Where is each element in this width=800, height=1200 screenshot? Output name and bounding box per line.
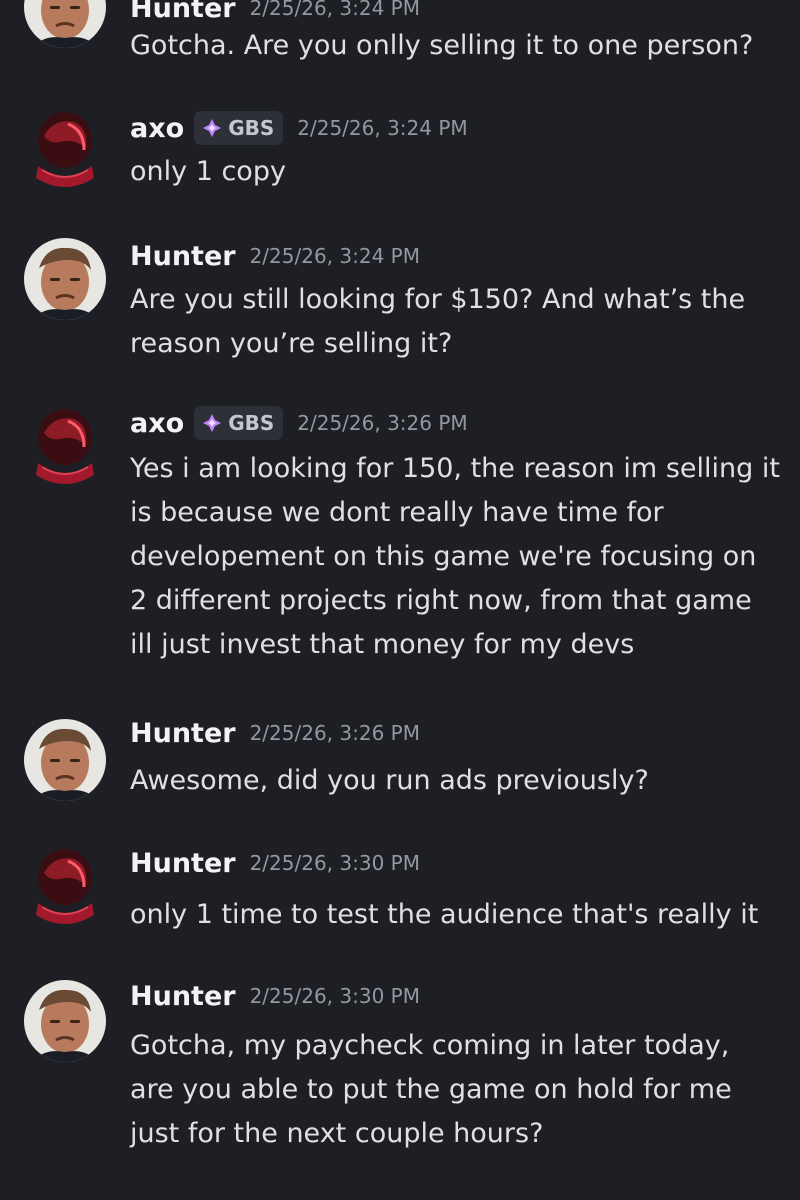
red-helmet-avatar-icon <box>24 108 106 190</box>
timestamp: 2/25/26, 3:24 PM <box>297 116 468 140</box>
timestamp: 2/25/26, 3:26 PM <box>297 411 468 435</box>
message-header: Hunter 2/25/26, 3:24 PM <box>130 238 420 274</box>
message-header: Hunter 2/25/26, 3:24 PM <box>130 0 420 26</box>
timestamp: 2/25/26, 3:26 PM <box>249 721 420 745</box>
leo-avatar-icon <box>24 238 106 320</box>
username[interactable]: Hunter <box>130 718 236 749</box>
guild-tag-label: GBS <box>228 411 275 435</box>
guild-tag-label: GBS <box>228 116 275 140</box>
message-header: Hunter 2/25/26, 3:30 PM <box>130 978 420 1014</box>
user-avatar[interactable] <box>24 0 106 48</box>
message-line: ill just invest that money for my devs <box>130 629 635 660</box>
user-avatar[interactable] <box>24 405 106 487</box>
sparkle-diamond-icon <box>203 414 222 432</box>
message-line: 2 different projects right now, from tha… <box>130 585 752 616</box>
message-content: only 1 copy <box>130 150 780 194</box>
message-content: Gotcha, my paycheck coming in later toda… <box>130 1024 780 1156</box>
user-avatar[interactable] <box>24 108 106 190</box>
red-helmet-avatar-icon <box>24 845 106 927</box>
message-line: developement on this game we're focusing… <box>130 541 757 572</box>
timestamp: 2/25/26, 3:30 PM <box>249 984 420 1008</box>
username[interactable]: Hunter <box>130 848 236 879</box>
message-content: Gotcha. Are you onlly selling it to one … <box>130 24 780 68</box>
red-helmet-avatar-icon <box>24 405 106 487</box>
message-line: only 1 time to test the audience that's … <box>130 899 759 930</box>
message-line: is because we dont really have time for <box>130 497 664 528</box>
message-header: axo GBS 2/25/26, 3:26 PM <box>130 405 468 441</box>
message-line: are you able to put the game on hold for… <box>130 1074 732 1105</box>
sparkle-diamond-icon <box>203 119 222 137</box>
timestamp: 2/25/26, 3:30 PM <box>249 851 420 875</box>
leo-avatar-icon <box>24 980 106 1062</box>
user-avatar[interactable] <box>24 238 106 320</box>
message-line: reason you’re selling it? <box>130 328 453 359</box>
message-line: Are you still looking for $150? And what… <box>130 284 746 315</box>
chat-message-list[interactable]: Hunter 2/25/26, 3:24 PM Gotcha. Are you … <box>0 0 800 1200</box>
timestamp: 2/25/26, 3:24 PM <box>249 244 420 268</box>
message-content: Awesome, did you run ads previously? <box>130 759 780 803</box>
message-line: Awesome, did you run ads previously? <box>130 765 649 796</box>
message-line: Gotcha, my paycheck coming in later toda… <box>130 1030 730 1061</box>
timestamp: 2/25/26, 3:24 PM <box>249 0 420 20</box>
message-content: only 1 time to test the audience that's … <box>130 893 780 937</box>
guild-tag-badge[interactable]: GBS <box>194 406 284 440</box>
message-content: Yes i am looking for 150, the reason im … <box>130 447 780 667</box>
user-avatar[interactable] <box>24 719 106 801</box>
message-line: just for the next couple hours? <box>130 1118 544 1149</box>
user-avatar[interactable] <box>24 845 106 927</box>
message-line: only 1 copy <box>130 156 286 187</box>
username[interactable]: Hunter <box>130 0 236 24</box>
username[interactable]: axo <box>130 113 184 144</box>
leo-avatar-icon <box>24 0 106 48</box>
message-content: Are you still looking for $150? And what… <box>130 278 780 366</box>
message-line: Yes i am looking for 150, the reason im … <box>130 453 780 484</box>
user-avatar[interactable] <box>24 980 106 1062</box>
message-header: Hunter 2/25/26, 3:26 PM <box>130 715 420 751</box>
message-line: Gotcha. Are you onlly selling it to one … <box>130 30 754 61</box>
message-header: Hunter 2/25/26, 3:30 PM <box>130 845 420 881</box>
message-header: axo GBS 2/25/26, 3:24 PM <box>130 110 468 146</box>
username[interactable]: Hunter <box>130 241 236 272</box>
leo-avatar-icon <box>24 719 106 801</box>
username[interactable]: axo <box>130 408 184 439</box>
username[interactable]: Hunter <box>130 981 236 1012</box>
guild-tag-badge[interactable]: GBS <box>194 111 284 145</box>
